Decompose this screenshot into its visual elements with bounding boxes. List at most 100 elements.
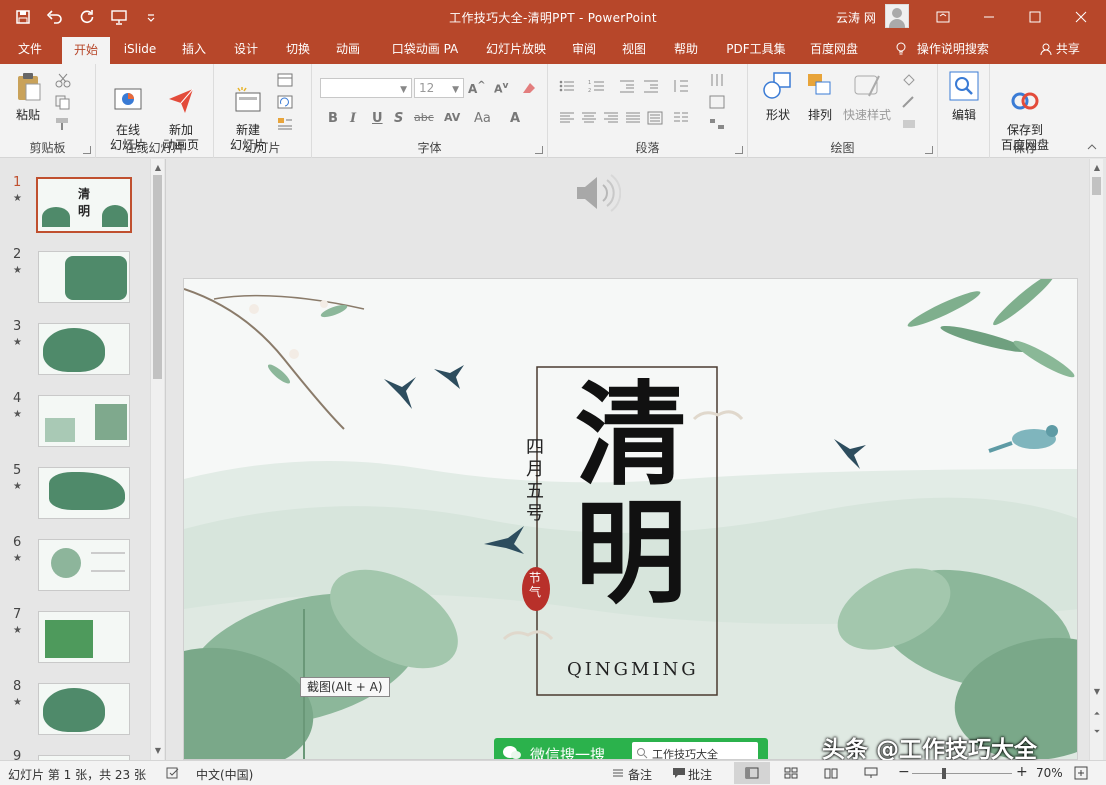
tab-pocket-animation[interactable]: 口袋动画 PA (384, 34, 466, 64)
shape-outline-icon[interactable] (900, 94, 918, 110)
line-spacing-icon[interactable] (672, 78, 690, 94)
zoom-slider[interactable] (912, 773, 1012, 774)
cut-icon[interactable] (54, 72, 72, 88)
zoom-out-icon[interactable]: − (898, 764, 910, 780)
increase-indent-icon[interactable] (642, 78, 660, 94)
scroll-thumb[interactable] (153, 175, 162, 379)
scroll-up-icon[interactable]: ▲ (1090, 161, 1104, 175)
slide-thumbnail-4[interactable] (38, 395, 130, 447)
italic-button[interactable]: I (350, 111, 356, 126)
slide-roman-title[interactable]: QINGMING (567, 659, 699, 680)
tab-help[interactable]: 帮助 (664, 34, 708, 64)
slide-title[interactable]: 清明 (556, 377, 706, 613)
zoom-level[interactable]: 70% (1036, 766, 1063, 780)
spellcheck-icon[interactable] (166, 767, 180, 779)
wechat-search-banner[interactable]: 微信搜一搜 工作技巧大全 (494, 738, 768, 759)
tab-insert[interactable]: 插入 (172, 34, 216, 64)
previous-slide-icon[interactable]: ⏶ (1090, 707, 1104, 721)
font-size-dropdown[interactable]: 12 ▼ (414, 78, 464, 98)
close-button[interactable] (1058, 0, 1104, 34)
bullets-icon[interactable] (558, 78, 576, 94)
tab-design[interactable]: 设计 (224, 34, 268, 64)
char-spacing-button[interactable]: AV (444, 111, 460, 124)
language-indicator[interactable]: 中文(中国) (196, 766, 253, 783)
zoom-in-icon[interactable]: + (1016, 764, 1028, 780)
slide-date[interactable]: 四月五号 (526, 437, 546, 525)
paste-button[interactable]: 粘贴 (10, 70, 46, 123)
clear-format-icon[interactable] (520, 80, 538, 96)
zoom-slider-thumb[interactable] (942, 768, 946, 779)
grow-font-button[interactable]: A^ (468, 80, 486, 96)
slide-thumbnail-8[interactable] (38, 683, 130, 735)
align-text-icon[interactable] (708, 94, 726, 110)
share-button[interactable]: 共享 (1034, 34, 1086, 64)
arrange-button[interactable]: 排列 (798, 70, 842, 123)
audio-speaker-icon[interactable] (573, 171, 621, 215)
section-icon[interactable] (276, 116, 294, 132)
align-right-icon[interactable] (602, 110, 620, 126)
decrease-indent-icon[interactable] (618, 78, 636, 94)
slide-thumbnail-5[interactable] (38, 467, 130, 519)
clipboard-launcher[interactable] (83, 146, 91, 154)
ribbon-display-button[interactable] (920, 0, 966, 34)
slide-sorter-icon[interactable] (784, 767, 798, 779)
tab-review[interactable]: 审阅 (562, 34, 606, 64)
notes-button[interactable]: 备注 (628, 766, 652, 783)
tab-islide[interactable]: iSlide (116, 34, 164, 64)
tab-view[interactable]: 视图 (612, 34, 656, 64)
tab-transitions[interactable]: 切换 (276, 34, 320, 64)
editor-scrollbar[interactable]: ▲ ▼ ⏶ ⏷ (1089, 159, 1103, 760)
format-painter-icon[interactable] (54, 116, 72, 132)
slide-thumbnail-3[interactable] (38, 323, 130, 375)
avatar[interactable] (885, 4, 909, 28)
drawing-launcher[interactable] (925, 146, 933, 154)
smartart-icon[interactable] (708, 116, 726, 132)
scroll-down-icon[interactable]: ▼ (1090, 685, 1104, 699)
normal-view-button[interactable] (734, 762, 770, 784)
align-left-icon[interactable] (558, 110, 576, 126)
next-slide-icon[interactable]: ⏷ (1090, 725, 1104, 739)
scroll-thumb[interactable] (1092, 177, 1101, 195)
numbering-icon[interactable]: 12 (588, 78, 606, 94)
wechat-search-box[interactable]: 工作技巧大全 (632, 742, 758, 759)
copy-icon[interactable] (54, 94, 72, 110)
layout-icon[interactable] (276, 72, 294, 88)
tell-me-search[interactable]: 操作说明搜索 (884, 34, 1000, 64)
columns-icon[interactable] (672, 110, 690, 126)
underline-button[interactable]: U (372, 111, 383, 126)
scroll-down-icon[interactable]: ▼ (151, 744, 165, 758)
tab-animations[interactable]: 动画 (326, 34, 370, 64)
font-color-button[interactable]: A (510, 111, 520, 126)
paragraph-launcher[interactable] (735, 146, 743, 154)
slide-thumbnail-1[interactable]: 清明 (36, 177, 132, 233)
shrink-font-button[interactable]: Av (494, 80, 508, 96)
fit-to-window-icon[interactable] (1074, 766, 1088, 780)
comments-button[interactable]: 批注 (688, 766, 712, 783)
change-case-button[interactable]: Aa (474, 111, 491, 126)
maximize-button[interactable] (1012, 0, 1058, 34)
quick-styles-button[interactable]: 快速样式 (840, 70, 894, 123)
distributed-icon[interactable] (646, 110, 664, 126)
tab-slideshow[interactable]: 幻灯片放映 (478, 34, 554, 64)
shape-fill-icon[interactable] (900, 72, 918, 88)
reset-icon[interactable] (276, 94, 294, 110)
tab-baidu-netdisk[interactable]: 百度网盘 (802, 34, 866, 64)
strikethrough-button[interactable]: abc (414, 111, 434, 124)
collapse-ribbon-icon[interactable] (1086, 142, 1098, 152)
shapes-button[interactable]: 形状 (756, 70, 800, 123)
font-family-dropdown[interactable]: ▼ (320, 78, 412, 98)
text-direction-icon[interactable] (708, 72, 726, 88)
thumbnail-scrollbar[interactable]: ▲ ▼ (150, 159, 164, 760)
bold-button[interactable]: B (328, 111, 338, 126)
slide-thumbnail-7[interactable] (38, 611, 130, 663)
user-name[interactable]: 云涛 网 (836, 9, 876, 26)
tab-file[interactable]: 文件 (8, 34, 52, 64)
tab-pdf-tools[interactable]: PDF工具集 (718, 34, 794, 64)
font-launcher[interactable] (535, 146, 543, 154)
slide-thumbnail-6[interactable] (38, 539, 130, 591)
scroll-up-icon[interactable]: ▲ (151, 161, 165, 175)
text-shadow-button[interactable]: S (394, 111, 403, 126)
shape-effects-icon[interactable] (900, 116, 918, 132)
slide-thumbnail-2[interactable] (38, 251, 130, 303)
align-center-icon[interactable] (580, 110, 598, 126)
